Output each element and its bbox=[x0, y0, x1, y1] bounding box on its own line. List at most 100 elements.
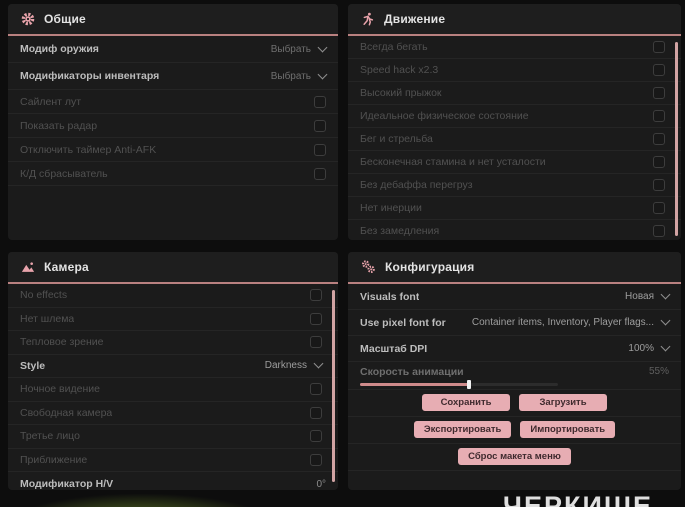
perfect-condition-checkbox[interactable] bbox=[653, 110, 665, 122]
panel-title: Общие bbox=[44, 12, 86, 26]
infinite-stamina-checkbox[interactable] bbox=[653, 156, 665, 168]
menu-row: Модиф оружия Выбрать bbox=[8, 36, 338, 63]
reset-menu-layout-button[interactable]: Сброс макета меню bbox=[458, 448, 571, 465]
no-slowdown-checkbox[interactable] bbox=[653, 225, 665, 237]
row-label: Visuals font bbox=[360, 290, 420, 303]
menu-row: Бесконечная стамина и нет усталости bbox=[348, 151, 681, 174]
row-label: Сайлент лут bbox=[20, 95, 82, 108]
run-and-shoot-checkbox[interactable] bbox=[653, 133, 665, 145]
chevron-down-icon bbox=[317, 42, 328, 52]
row-label: No effects bbox=[20, 289, 68, 302]
menu-row: К/Д сбрасыватель bbox=[8, 162, 338, 186]
chevron-down-icon bbox=[660, 341, 671, 352]
animation-speed-value: 55% bbox=[648, 366, 669, 377]
row-label: Высокий прыжок bbox=[360, 87, 442, 99]
inventory-mod-dropdown[interactable]: Выбрать bbox=[270, 69, 328, 82]
style-dropdown[interactable]: Darkness bbox=[264, 358, 324, 372]
always-run-checkbox[interactable] bbox=[653, 41, 665, 53]
menu-row: No effects bbox=[8, 284, 338, 308]
chevron-down-icon bbox=[317, 69, 328, 79]
row-label: Скорость анимации bbox=[360, 365, 464, 378]
button-row: Экспортировать Импортировать bbox=[348, 417, 681, 444]
hv-modifier-value: 0° bbox=[316, 478, 326, 490]
menu-row: Use pixel font for Container items, Inve… bbox=[348, 310, 681, 336]
thermal-vision-checkbox[interactable] bbox=[310, 336, 322, 349]
third-person-checkbox[interactable] bbox=[310, 430, 322, 443]
menu-row: Свободная камера bbox=[8, 402, 338, 425]
menu-row: Масштаб DPI 100% bbox=[348, 336, 681, 362]
cheat-menu-overlay: Общие Модиф оружия Выбрать Модификаторы … bbox=[0, 0, 685, 507]
row-label: Бесконечная стамина и нет усталости bbox=[360, 156, 546, 168]
pixel-font-dropdown[interactable]: Container items, Inventory, Player flags… bbox=[472, 315, 671, 328]
save-button[interactable]: Сохранить bbox=[422, 394, 510, 411]
high-jump-checkbox[interactable] bbox=[653, 87, 665, 99]
animation-speed-slider[interactable] bbox=[360, 380, 558, 389]
menu-row: Отключить таймер Anti-AFK bbox=[8, 138, 338, 162]
weapon-mod-dropdown[interactable]: Выбрать bbox=[270, 42, 328, 55]
row-label: Бег и стрельба bbox=[360, 133, 433, 145]
panel-config-header: Конфигурация bbox=[348, 252, 681, 284]
row-label: Модификатор H/V bbox=[20, 478, 114, 490]
chevron-down-icon bbox=[660, 315, 671, 326]
row-label: Нет инерции bbox=[360, 202, 422, 214]
row-label: Модификаторы инвентаря bbox=[20, 70, 160, 82]
gear-icon bbox=[21, 12, 35, 26]
row-label: Приближение bbox=[20, 453, 88, 466]
row-label: Нет шлема bbox=[20, 312, 75, 325]
menu-row: Бег и стрельба bbox=[348, 128, 681, 151]
no-inertia-checkbox[interactable] bbox=[653, 202, 665, 214]
panel-title: Камера bbox=[44, 260, 89, 274]
menu-row: Speed hack x2.3 bbox=[348, 59, 681, 82]
menu-row: Всегда бегать bbox=[348, 36, 681, 59]
panel-general-header: Общие bbox=[8, 4, 338, 36]
silent-loot-checkbox[interactable] bbox=[314, 95, 326, 108]
menu-row: Приближение bbox=[8, 449, 338, 472]
gears-icon bbox=[361, 260, 376, 274]
cooldown-reset-checkbox[interactable] bbox=[314, 167, 326, 180]
menu-row: Модификатор H/V 0° bbox=[8, 472, 338, 490]
import-button[interactable]: Импортировать bbox=[520, 421, 616, 438]
movement-scrollbar[interactable] bbox=[675, 42, 678, 236]
night-vision-checkbox[interactable] bbox=[310, 383, 322, 396]
menu-row: Без замедления bbox=[348, 220, 681, 240]
camera-scrollbar[interactable] bbox=[332, 290, 335, 482]
dropdown-value: Darkness bbox=[264, 360, 307, 372]
load-button[interactable]: Загрузить bbox=[519, 394, 607, 411]
row-label: Ночное видение bbox=[20, 383, 100, 396]
visuals-font-dropdown[interactable]: Новая bbox=[625, 289, 671, 302]
speed-hack-checkbox[interactable] bbox=[653, 64, 665, 76]
anti-afk-checkbox[interactable] bbox=[314, 143, 326, 156]
menu-row: Ночное видение bbox=[8, 378, 338, 402]
slider-handle[interactable] bbox=[466, 380, 471, 389]
export-button[interactable]: Экспортировать bbox=[413, 421, 512, 438]
menu-row: Без дебаффа перегруз bbox=[348, 174, 681, 197]
row-label: К/Д сбрасыватель bbox=[20, 167, 108, 180]
row-label: Тепловое зрение bbox=[20, 336, 104, 349]
no-helmet-checkbox[interactable] bbox=[310, 312, 322, 325]
row-label: Свободная камера bbox=[20, 406, 113, 419]
dpi-scale-dropdown[interactable]: 100% bbox=[628, 341, 671, 354]
row-label: Без замедления bbox=[360, 225, 440, 237]
no-effects-checkbox[interactable] bbox=[310, 289, 322, 302]
menu-row: Высокий прыжок bbox=[348, 82, 681, 105]
row-label: Отключить таймер Anti-AFK bbox=[20, 143, 157, 156]
dropdown-value: 100% bbox=[628, 343, 654, 354]
menu-row: Style Darkness bbox=[8, 355, 338, 378]
menu-row: Модификаторы инвентаря Выбрать bbox=[8, 63, 338, 90]
panel-movement-header: Движение bbox=[348, 4, 681, 36]
menu-row: Сайлент лут bbox=[8, 90, 338, 114]
panel-config: Конфигурация Visuals font Новая Use pixe… bbox=[348, 252, 681, 490]
show-radar-checkbox[interactable] bbox=[314, 119, 326, 132]
no-overload-debuff-checkbox[interactable] bbox=[653, 179, 665, 191]
menu-row: Нет шлема bbox=[8, 308, 338, 331]
row-label: Показать радар bbox=[20, 119, 98, 132]
free-camera-checkbox[interactable] bbox=[310, 406, 322, 419]
animation-speed-fill bbox=[360, 380, 471, 389]
menu-row: Скорость анимации 55% bbox=[348, 362, 681, 390]
zoom-checkbox[interactable] bbox=[310, 453, 322, 466]
menu-row: Visuals font Новая bbox=[348, 284, 681, 310]
dropdown-value: Выбрать bbox=[270, 70, 311, 82]
panel-camera-header: Камера bbox=[8, 252, 338, 284]
button-row: Сброс макета меню bbox=[348, 444, 681, 471]
dropdown-value: Выбрать bbox=[270, 43, 311, 55]
